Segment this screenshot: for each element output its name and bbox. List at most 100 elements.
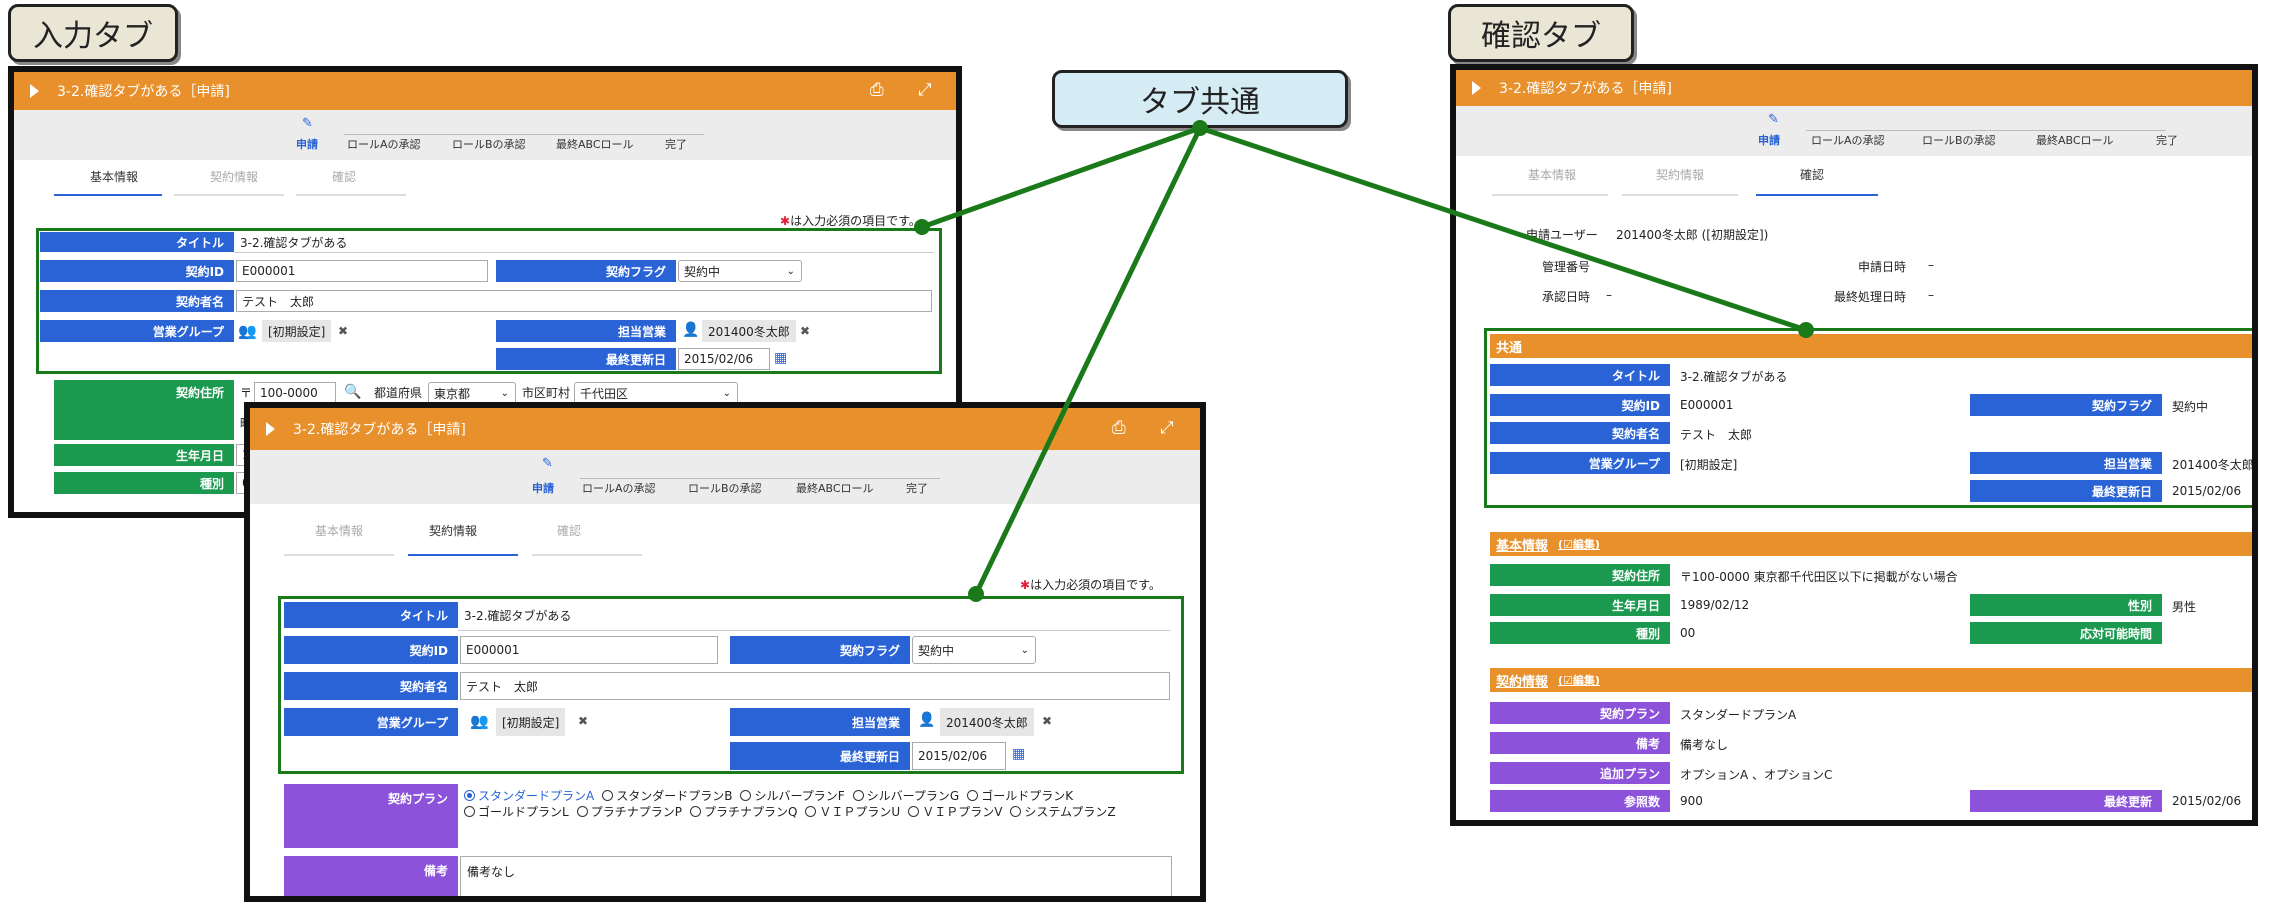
plan-value: スタンダードプランA — [1680, 708, 1797, 722]
pencil-icon: ✎ — [1768, 112, 1779, 127]
plan-option[interactable]: ゴールドプランL — [464, 804, 569, 820]
search-icon[interactable]: 🔍 — [344, 384, 361, 400]
radio-icon[interactable] — [464, 806, 475, 817]
kind-label: 種別 — [54, 472, 234, 494]
input-tab-callout: 入力タブ — [8, 4, 178, 62]
step-done: 完了 — [2156, 134, 2178, 147]
step-final: 最終ABCロール — [2036, 134, 2114, 147]
kind-label: 種別 — [1490, 622, 1670, 644]
add-plan-label: 追加プラン — [1490, 762, 1670, 784]
tab-basic[interactable]: 基本情報 — [54, 168, 174, 185]
note-textarea[interactable]: 備考なし — [460, 856, 1172, 896]
window-title: 3-2.確認タブがある［申請] — [1499, 81, 1672, 97]
tab-confirm[interactable]: 確認 — [294, 168, 394, 185]
workflow-steps: ✎ 申請 ロールAの承認 ロールBの承認 最終ABCロール 完了 — [14, 110, 956, 160]
plan-option[interactable]: ＶＩＰプランU — [805, 804, 900, 820]
ref-count-value: 900 — [1680, 794, 1703, 808]
collapse-triangle-icon[interactable] — [266, 422, 275, 436]
availability-label: 応対可能時間 — [1970, 622, 2162, 644]
tab-basic[interactable]: 基本情報 — [284, 522, 394, 539]
tab-confirm[interactable]: 確認 — [514, 522, 624, 539]
plan-option[interactable]: プラチナプランQ — [689, 804, 797, 820]
birth-value: 1989/02/12 — [1680, 598, 1750, 612]
edit-contract-link[interactable]: (☑編集) — [1558, 672, 1600, 688]
common-fields-highlight — [1484, 328, 2252, 508]
plan-option-label: シルバープランF — [754, 789, 845, 803]
common-fields-highlight — [278, 596, 1184, 774]
pencil-icon: ✎ — [302, 116, 313, 131]
radio-icon[interactable] — [805, 806, 817, 817]
final-date-label: 最終処理日時 — [1834, 290, 1907, 304]
plan-option[interactable]: スタンダードプランA — [464, 788, 594, 804]
plan-option-label: スタンダードプランA — [478, 789, 595, 803]
final-date-value: – — [1928, 288, 1934, 302]
plan-radio-group: スタンダードプランA スタンダードプランB シルバープランF シルバープランG ゴールド… — [464, 788, 1164, 820]
pref-label: 都道府県 — [374, 385, 423, 400]
radio-icon[interactable] — [852, 790, 864, 801]
tab-contract[interactable]: 契約情報 — [174, 168, 294, 185]
last-update-label: 最終更新 — [1970, 790, 2162, 812]
step-role-b: ロールBの承認 — [452, 138, 526, 151]
step-role-a: ロールAの承認 — [347, 138, 421, 151]
workflow-steps: ✎ 申請 ロールAの承認 ロールBの承認 最終ABCロール 完了 — [1456, 106, 2252, 156]
plan-option[interactable]: スタンダードプランB — [602, 788, 732, 804]
radio-icon[interactable] — [464, 790, 475, 801]
tab-contract[interactable]: 契約情報 — [398, 522, 508, 539]
pref-select[interactable]: 東京都 ⌄ — [428, 382, 516, 404]
edit-basic-link[interactable]: (☑編集) — [1558, 536, 1600, 552]
add-plan-value: オプションA 、オプションC — [1680, 768, 1833, 782]
tab-confirm[interactable]: 確認 — [1752, 166, 1872, 183]
radio-icon[interactable] — [908, 806, 920, 817]
approve-date-label: 承認日時 — [1542, 290, 1591, 304]
confirm-window: 3-2.確認タブがある［申請] ✎ 申請 ロールAの承認 ロールBの承認 最終A… — [1450, 64, 2258, 826]
expand-icon[interactable]: ⤢ — [918, 80, 932, 100]
apply-date-label: 申請日時 — [1858, 260, 1907, 274]
city-label: 市区町村 — [522, 385, 571, 400]
radio-icon[interactable] — [602, 790, 614, 801]
radio-icon[interactable] — [740, 790, 752, 801]
window-header: 3-2.確認タブがある［申請] — [1456, 70, 2252, 106]
plan-option[interactable]: ＶＩＰプランV — [908, 804, 1002, 820]
step-done: 完了 — [906, 482, 928, 495]
plan-option[interactable]: ゴールドプランK — [967, 788, 1073, 804]
zip-input[interactable]: 100-0000 — [254, 382, 336, 404]
contract-section-header: 契約情報 (☑編集) — [1490, 668, 2252, 692]
basic-section-title: 基本情報 — [1496, 538, 1549, 554]
address-label: 契約住所 — [54, 380, 234, 440]
common-fields-highlight — [36, 228, 942, 374]
tab-contract[interactable]: 契約情報 — [1620, 166, 1740, 183]
basic-section-header: 基本情報 (☑編集) — [1490, 532, 2252, 556]
plan-option[interactable]: シルバープランF — [740, 788, 845, 804]
plan-label: 契約プラン — [284, 784, 458, 848]
approve-date-value: – — [1606, 288, 1612, 302]
plan-option[interactable]: システムプランZ — [1010, 804, 1116, 820]
plan-option[interactable]: プラチナプランP — [576, 804, 682, 820]
required-note: ✱は入力必須の項目です。 — [780, 214, 921, 228]
plan-option-label: ゴールドプランL — [478, 805, 569, 819]
last-update-value: 2015/02/06 — [2172, 794, 2242, 808]
workflow-steps: ✎ 申請 ロールAの承認 ロールBの承認 最終ABCロール 完了 — [250, 450, 1200, 504]
plan-option[interactable]: シルバープランG — [852, 788, 960, 804]
address-label: 契約住所 — [1490, 564, 1670, 586]
step-final: 最終ABCロール — [556, 138, 634, 151]
plan-option-label: システムプランZ — [1024, 805, 1116, 819]
plan-option-label: シルバープランG — [866, 789, 960, 803]
contract-section-title: 契約情報 — [1496, 674, 1549, 690]
print-icon[interactable]: ⎙ — [870, 80, 884, 100]
step-apply: 申請 — [1758, 134, 1780, 147]
expand-icon[interactable]: ⤢ — [1160, 418, 1174, 438]
zip-prefix: 〒 — [240, 385, 253, 400]
print-icon[interactable]: ⎙ — [1112, 418, 1126, 438]
collapse-triangle-icon[interactable] — [30, 84, 39, 98]
step-role-b: ロールBの承認 — [1922, 134, 1996, 147]
radio-icon[interactable] — [1010, 806, 1022, 817]
tab-basic[interactable]: 基本情報 — [1492, 166, 1612, 183]
kind-value: 00 — [1680, 626, 1696, 640]
city-select[interactable]: 千代田区 ⌄ — [574, 382, 738, 404]
radio-icon[interactable] — [576, 806, 588, 817]
gender-value: 男性 — [2172, 600, 2197, 614]
radio-icon[interactable] — [967, 790, 979, 801]
collapse-triangle-icon[interactable] — [1472, 81, 1481, 95]
input-window-contract: 3-2.確認タブがある［申請] ⎙ ⤢ ✎ 申請 ロールAの承認 ロールBの承認… — [244, 402, 1206, 902]
radio-icon[interactable] — [689, 806, 701, 817]
